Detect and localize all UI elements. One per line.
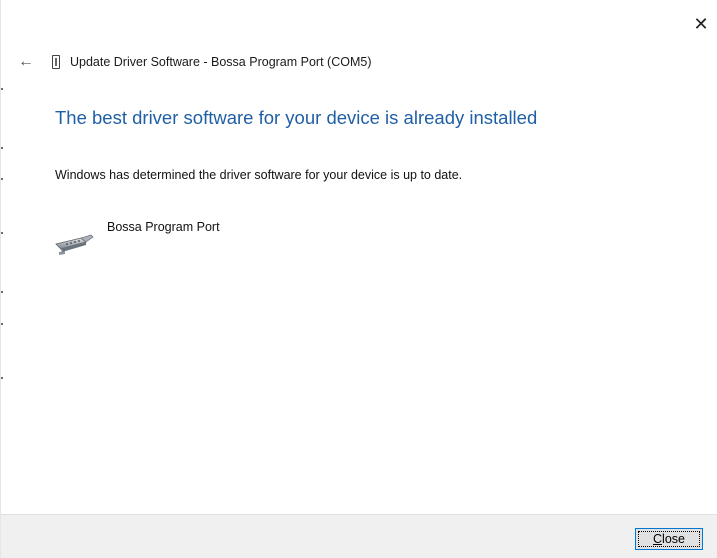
serial-port-icon bbox=[55, 234, 94, 255]
dialog-header: ← Update Driver Software - Bossa Program… bbox=[17, 53, 371, 71]
left-edge-decoration bbox=[1, 0, 3, 558]
device-name: Bossa Program Port bbox=[107, 220, 220, 234]
dialog-title: Update Driver Software - Bossa Program P… bbox=[70, 55, 372, 69]
result-heading: The best driver software for your device… bbox=[55, 107, 538, 128]
close-button[interactable]: Close bbox=[635, 528, 703, 550]
window-close-icon[interactable]: ✕ bbox=[691, 14, 711, 34]
dialog-window: ✕ ← Update Driver Software - Bossa Progr… bbox=[0, 0, 717, 558]
close-button-label: lose bbox=[662, 532, 685, 546]
device-icon bbox=[52, 55, 60, 69]
back-arrow-icon[interactable]: ← bbox=[17, 53, 35, 71]
dialog-footer: Close bbox=[1, 514, 717, 558]
result-message: Windows has determined the driver softwa… bbox=[55, 168, 463, 182]
close-button-mnemonic: C bbox=[653, 532, 663, 546]
